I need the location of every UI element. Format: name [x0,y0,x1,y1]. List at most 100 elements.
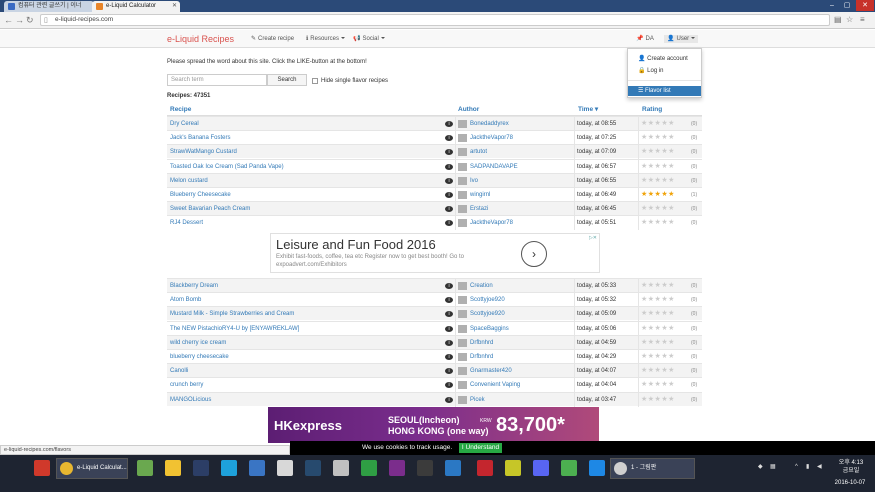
window-close-icon[interactable]: ✕ [856,0,874,11]
star-rating[interactable]: ★★★★★ [641,350,689,364]
star-rating[interactable]: ★★★★★ [641,322,689,336]
star-rating[interactable]: ★★★★★ [641,378,689,392]
app-icon[interactable] [193,460,209,476]
search-input[interactable]: Search term [167,74,267,86]
app-icon[interactable] [417,460,433,476]
author-link[interactable]: Scottyjoe920 [470,307,570,321]
recipe-link[interactable]: crunch berry [170,378,440,392]
kakaotalk-icon[interactable] [165,460,181,476]
info-icon[interactable]: i [445,297,453,304]
info-icon[interactable]: i [445,396,453,403]
recipe-link[interactable]: Mustard Milk - Simple Strawberries and C… [170,307,440,321]
star-rating[interactable]: ★★★★★ [641,145,689,159]
author-link[interactable]: artutot [470,145,570,159]
info-icon[interactable]: i [445,283,453,289]
recipe-link[interactable]: MANGOLicious [170,393,440,407]
ad-banner-expo[interactable]: Leisure and Fun Food 2016 Exhibit fast-f… [270,233,600,273]
info-icon[interactable]: i [445,177,453,184]
recipe-link[interactable]: The NEW PistachioRY4-U by [ENYAWREKLAW] [170,322,440,336]
header-recipe[interactable]: Recipe [167,104,191,116]
star-rating[interactable]: ★★★★★ [641,216,689,230]
info-icon[interactable]: i [445,149,453,156]
star-rating[interactable]: ★★★★★ [641,188,689,202]
recipe-link[interactable]: blueberry cheesecake [170,350,440,364]
app-icon[interactable] [589,460,605,476]
author-link[interactable]: Creation [470,279,570,293]
info-icon[interactable]: i [445,339,453,346]
author-link[interactable]: SpaceBaggins [470,322,570,336]
browser-tab-1[interactable]: 컴퓨터 관련 글쓰기 | 이너 [4,1,94,12]
author-link[interactable]: wingirnl [470,188,570,202]
recipe-link[interactable]: RJ4 Dessert [170,216,440,230]
star-rating[interactable]: ★★★★★ [641,307,689,321]
nav-user[interactable]: 👤 User [664,35,699,43]
info-icon[interactable]: i [445,206,453,213]
app-icon[interactable] [445,460,461,476]
tray-expand-icon[interactable]: ^ [795,464,798,471]
header-time[interactable]: Time ▾ [575,104,598,116]
chrome-menu-icon[interactable]: ≡ [860,15,865,25]
recipe-link[interactable]: wild cherry ice cream [170,336,440,350]
tray-icon[interactable]: ▦ [770,464,776,471]
recipe-link[interactable]: Blueberry Cheesecake [170,188,440,202]
steam-icon[interactable] [305,460,321,476]
menu-create-account[interactable]: 👤 Create account [628,54,701,64]
info-icon[interactable]: i [445,325,453,332]
minimize-icon[interactable]: – [825,0,839,11]
info-icon[interactable]: i [445,163,453,170]
app-icon[interactable] [505,460,521,476]
network-icon[interactable]: ▮ [806,464,809,471]
bookmark-star-icon[interactable]: ☆ [846,15,853,25]
author-link[interactable]: Drfbnhrd [470,336,570,350]
header-rating[interactable]: Rating [639,104,662,116]
cookie-accept-button[interactable]: I Understand [459,443,502,453]
star-rating[interactable]: ★★★★★ [641,202,689,216]
star-rating[interactable]: ★★★★★ [641,364,689,378]
back-icon[interactable]: ← [4,15,13,25]
info-icon[interactable]: i [445,311,453,318]
author-link[interactable]: JacktheVapor78 [470,131,570,145]
url-input[interactable]: ▯ e-liquid-recipes.com [40,14,830,26]
author-link[interactable]: SADPANDAVAPE [470,160,570,174]
info-icon[interactable]: i [445,220,453,227]
menu-flavor-list[interactable]: ☰ Flavor list [628,86,701,96]
info-icon[interactable]: i [445,354,453,360]
nav-resources[interactable]: ℹ Resources [306,35,345,43]
author-link[interactable]: Bonedaddyrex [470,117,570,131]
author-link[interactable]: JacktheVapor78 [470,216,570,230]
itunes-icon[interactable] [277,460,293,476]
star-rating[interactable]: ★★★★★ [641,174,689,188]
star-rating[interactable]: ★★★★★ [641,117,689,131]
star-rating[interactable]: ★★★★★ [641,131,689,145]
volume-icon[interactable]: ◀ [817,464,822,471]
recipe-link[interactable]: Sweet Bavarian Peach Cream [170,202,440,216]
star-rating[interactable]: ★★★★★ [641,160,689,174]
app-icon[interactable] [333,460,349,476]
skype-icon[interactable] [221,460,237,476]
nav-create-recipe[interactable]: ✎ Create recipe [251,35,294,43]
star-rating[interactable]: ★★★★★ [641,279,689,293]
app-icon[interactable] [561,460,577,476]
star-rating[interactable]: ★★★★★ [641,293,689,307]
author-link[interactable]: Scottyjoe920 [470,293,570,307]
tab-close-icon[interactable]: ✕ [172,1,177,12]
app-icon[interactable] [361,460,377,476]
author-link[interactable]: Drfbnhrd [470,350,570,364]
taskbar-chrome[interactable]: e-Liquid Calculat... [56,458,128,479]
tray-icon[interactable]: ◆ [758,464,763,471]
app-icon[interactable] [137,460,153,476]
star-rating[interactable]: ★★★★★ [641,393,689,407]
discord-icon[interactable] [533,460,549,476]
taskbar-paint[interactable]: 1 - 그림판 [610,458,695,479]
author-link[interactable]: Picek [470,393,570,407]
recipe-link[interactable]: Jack's Banana Fosters [170,131,440,145]
maximize-icon[interactable]: ▢ [840,0,854,11]
author-link[interactable]: Gnarmaster420 [470,364,570,378]
author-link[interactable]: Ivo [470,174,570,188]
author-link[interactable]: Erstazi [470,202,570,216]
recipe-link[interactable]: StrawWatMango Custard [170,145,440,159]
info-icon[interactable]: i [445,121,453,127]
search-button[interactable]: Search [267,74,307,86]
author-link[interactable]: Convenient Vaping [470,378,570,392]
recipe-link[interactable]: Melon custard [170,174,440,188]
